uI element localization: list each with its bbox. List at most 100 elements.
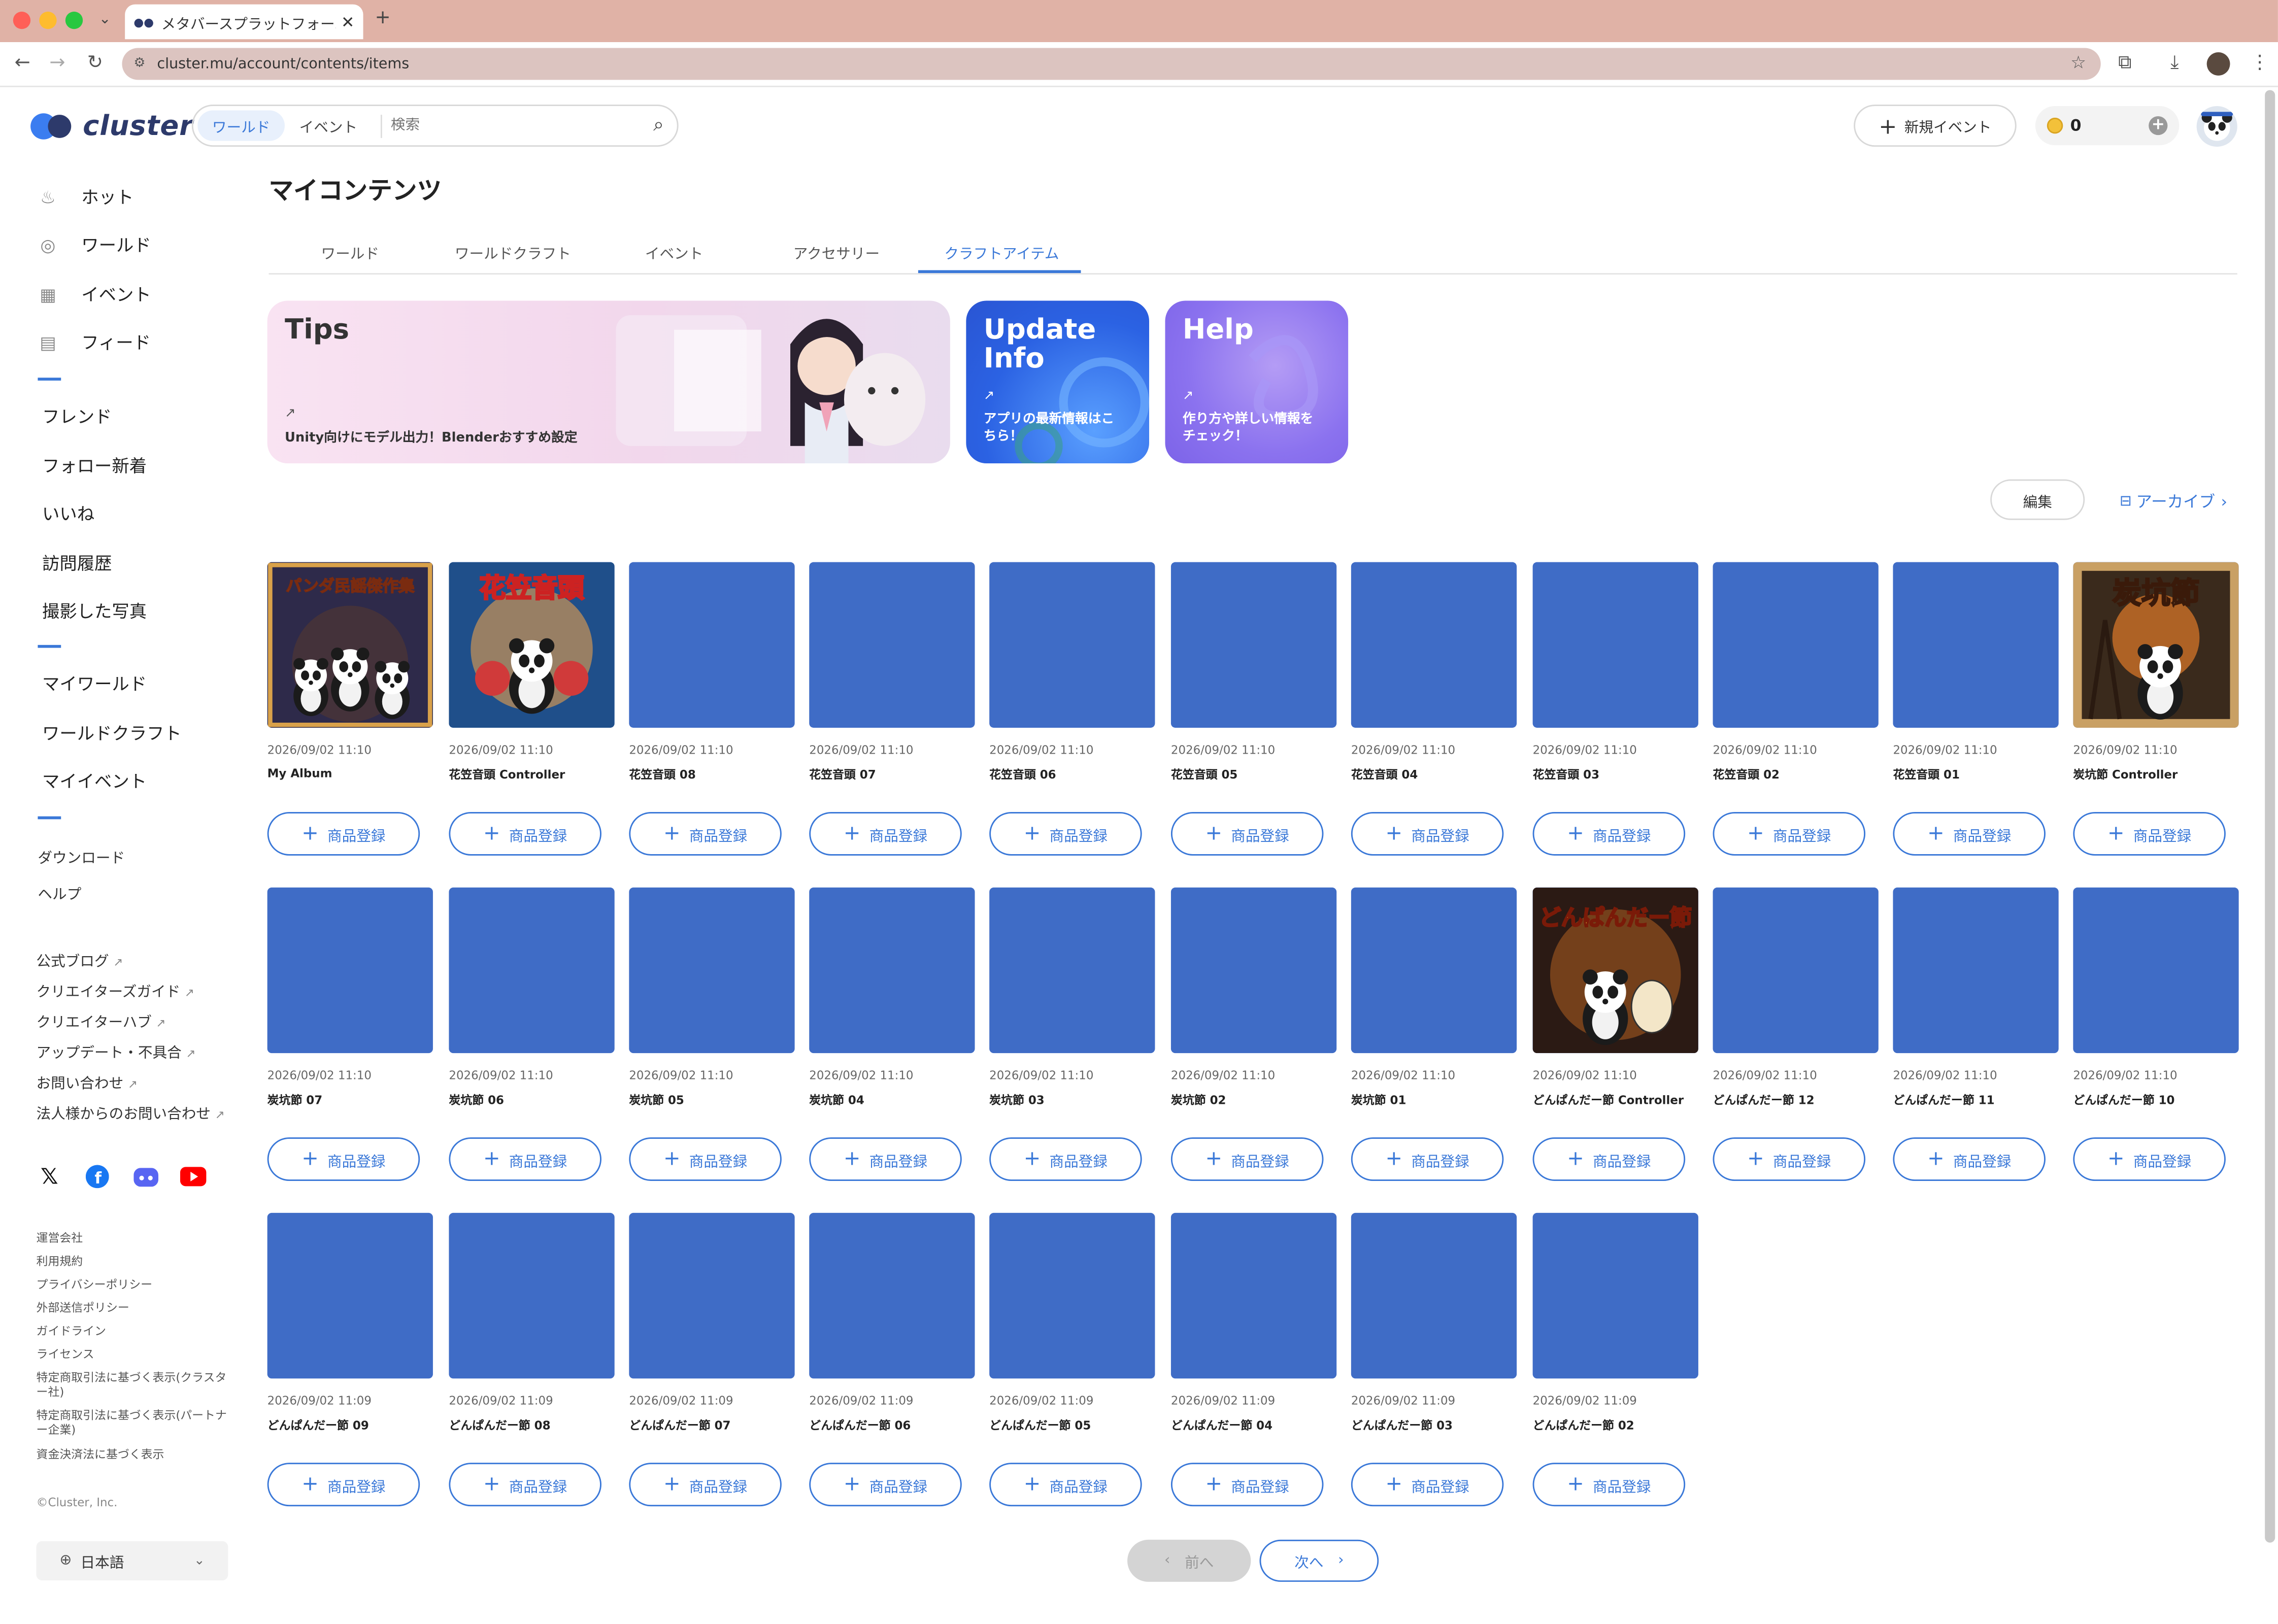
tab-close-icon[interactable]: ✕: [341, 12, 354, 31]
register-product-button[interactable]: + 商品登録: [267, 1463, 420, 1507]
register-product-button[interactable]: + 商品登録: [2073, 811, 2226, 856]
browser-menu-icon[interactable]: ⋮: [2251, 52, 2269, 76]
item-thumbnail[interactable]: 花笠音頭: [449, 562, 615, 728]
sidebar-item-world-craft[interactable]: ワールドクラフト: [42, 721, 182, 746]
minimize-window-icon[interactable]: [39, 11, 57, 29]
register-product-button[interactable]: + 商品登録: [1532, 1137, 1686, 1181]
item-thumbnail[interactable]: [1170, 1212, 1337, 1379]
item-thumbnail[interactable]: [1351, 887, 1517, 1054]
tips-banner[interactable]: Tips ↗ Unity向けにモデル出力！Blenderおすすめ設定: [267, 300, 950, 464]
tab-world-craft[interactable]: ワールドクラフト: [455, 241, 571, 263]
register-product-button[interactable]: + 商品登録: [629, 811, 782, 856]
item-thumbnail[interactable]: パンダ民謡傑作集: [267, 562, 433, 728]
item-thumbnail[interactable]: [989, 562, 1155, 728]
pagination-next-button[interactable]: 次へ ›: [1259, 1539, 1379, 1582]
register-product-button[interactable]: + 商品登録: [267, 1137, 420, 1181]
link-terms[interactable]: 利用規約: [37, 1255, 232, 1270]
edit-button[interactable]: 編集: [1990, 479, 2085, 520]
back-icon[interactable]: ←: [15, 52, 30, 76]
register-product-button[interactable]: + 商品登録: [989, 811, 1142, 856]
item-thumbnail[interactable]: どんぱんだー節: [1532, 887, 1698, 1054]
register-product-button[interactable]: + 商品登録: [449, 1463, 601, 1507]
sidebar-item-event[interactable]: ▦ イベント: [37, 282, 151, 307]
link-privacy[interactable]: プライバシーポリシー: [37, 1278, 232, 1293]
item-thumbnail[interactable]: [267, 1212, 433, 1379]
register-product-button[interactable]: + 商品登録: [1170, 1137, 1324, 1181]
add-coin-icon[interactable]: +: [2149, 116, 2168, 136]
tab-world[interactable]: ワールド: [321, 241, 379, 263]
sidebar-item-world[interactable]: ◎ ワールド: [37, 232, 151, 257]
link-company[interactable]: 運営会社: [37, 1232, 232, 1246]
tab-event[interactable]: イベント: [645, 241, 703, 263]
site-info-icon[interactable]: ⚙: [133, 57, 145, 72]
register-product-button[interactable]: + 商品登録: [629, 1137, 782, 1181]
youtube-icon[interactable]: [180, 1164, 207, 1190]
register-product-button[interactable]: + 商品登録: [809, 811, 962, 856]
item-thumbnail[interactable]: [809, 1212, 975, 1379]
sidebar-item-download[interactable]: ダウンロード: [38, 845, 125, 867]
user-avatar[interactable]: [2196, 106, 2237, 147]
link-official-blog[interactable]: 公式ブログ ↗: [37, 949, 123, 970]
item-thumbnail[interactable]: 炭坑節: [2073, 562, 2239, 728]
item-thumbnail[interactable]: [449, 1212, 615, 1379]
page-scrollbar[interactable]: [2265, 90, 2275, 1543]
browser-profile-avatar[interactable]: [2206, 52, 2230, 76]
coin-balance[interactable]: 0 +: [2035, 106, 2180, 146]
browser-tab[interactable]: ●● メタバースプラットフォーム clu ✕: [125, 4, 363, 40]
register-product-button[interactable]: + 商品登録: [809, 1137, 962, 1181]
tab-search-icon[interactable]: ⌄: [99, 12, 111, 27]
search-tab-event[interactable]: イベント: [285, 111, 372, 141]
item-thumbnail[interactable]: [2073, 887, 2239, 1054]
forward-icon[interactable]: →: [49, 52, 65, 76]
register-product-button[interactable]: + 商品登録: [1351, 1463, 1504, 1507]
link-tokushoho-partner[interactable]: 特定商取引法に基づく表示(パートナー企業): [37, 1409, 232, 1438]
item-thumbnail[interactable]: [1170, 887, 1337, 1054]
link-creator-hub[interactable]: クリエイターハブ ↗: [37, 1009, 166, 1031]
facebook-icon[interactable]: f: [84, 1164, 111, 1190]
sidebar-item-friends[interactable]: フレンド: [42, 404, 112, 429]
register-product-button[interactable]: + 商品登録: [267, 811, 420, 856]
register-product-button[interactable]: + 商品登録: [989, 1137, 1142, 1181]
item-thumbnail[interactable]: [267, 887, 433, 1054]
item-thumbnail[interactable]: [629, 887, 795, 1054]
sidebar-item-feed[interactable]: ▤ フィード: [37, 330, 151, 355]
sidebar-item-hot[interactable]: ♨ ホット: [37, 184, 134, 209]
tab-accessory[interactable]: アクセサリー: [793, 241, 880, 263]
search-tab-world[interactable]: ワールド: [197, 110, 285, 141]
item-thumbnail[interactable]: [1351, 562, 1517, 728]
pagination-prev-button[interactable]: ‹ 前へ: [1127, 1539, 1251, 1582]
item-thumbnail[interactable]: [629, 1212, 795, 1379]
sidebar-item-my-worlds[interactable]: マイワールド: [42, 671, 147, 696]
maximize-window-icon[interactable]: [65, 11, 83, 29]
sidebar-item-likes[interactable]: いいね: [42, 501, 94, 526]
sidebar-item-help[interactable]: ヘルプ: [38, 882, 81, 903]
link-corporate-contact[interactable]: 法人様からのお問い合わせ ↗: [37, 1101, 225, 1123]
register-product-button[interactable]: + 商品登録: [1713, 1137, 1866, 1181]
item-thumbnail[interactable]: [1893, 887, 2059, 1054]
item-thumbnail[interactable]: [809, 562, 975, 728]
register-product-button[interactable]: + 商品登録: [989, 1463, 1142, 1507]
search-icon[interactable]: ⌕: [653, 115, 664, 137]
extensions-icon[interactable]: ⧉: [2118, 52, 2132, 76]
item-thumbnail[interactable]: [1713, 562, 1879, 728]
sidebar-item-photos[interactable]: 撮影した写真: [42, 598, 147, 623]
bookmark-star-icon[interactable]: ☆: [2070, 52, 2086, 73]
update-info-banner[interactable]: Update Info ↗ アプリの最新情報はこ ちら！: [966, 300, 1150, 464]
link-contact[interactable]: お問い合わせ ↗: [37, 1070, 138, 1092]
register-product-button[interactable]: + 商品登録: [809, 1463, 962, 1507]
register-product-button[interactable]: + 商品登録: [2073, 1137, 2226, 1181]
item-thumbnail[interactable]: [1170, 562, 1337, 728]
register-product-button[interactable]: + 商品登録: [629, 1463, 782, 1507]
register-product-button[interactable]: + 商品登録: [1532, 811, 1686, 856]
register-product-button[interactable]: + 商品登録: [1893, 1137, 2046, 1181]
item-thumbnail[interactable]: [809, 887, 975, 1054]
register-product-button[interactable]: + 商品登録: [1170, 811, 1324, 856]
help-banner[interactable]: Help ↗ 作り方や詳しい情報を チェック！: [1165, 300, 1349, 464]
download-icon[interactable]: ⤓: [2170, 52, 2179, 76]
link-updates[interactable]: アップデート・不具合 ↗: [37, 1040, 196, 1062]
link-external-transmission[interactable]: 外部送信ポリシー: [37, 1302, 232, 1316]
new-event-button[interactable]: + 新規イベント: [1854, 105, 2017, 147]
sidebar-item-history[interactable]: 訪問履歴: [42, 551, 112, 576]
register-product-button[interactable]: + 商品登録: [1893, 811, 2046, 856]
cluster-logo[interactable]: cluster: [30, 111, 193, 142]
